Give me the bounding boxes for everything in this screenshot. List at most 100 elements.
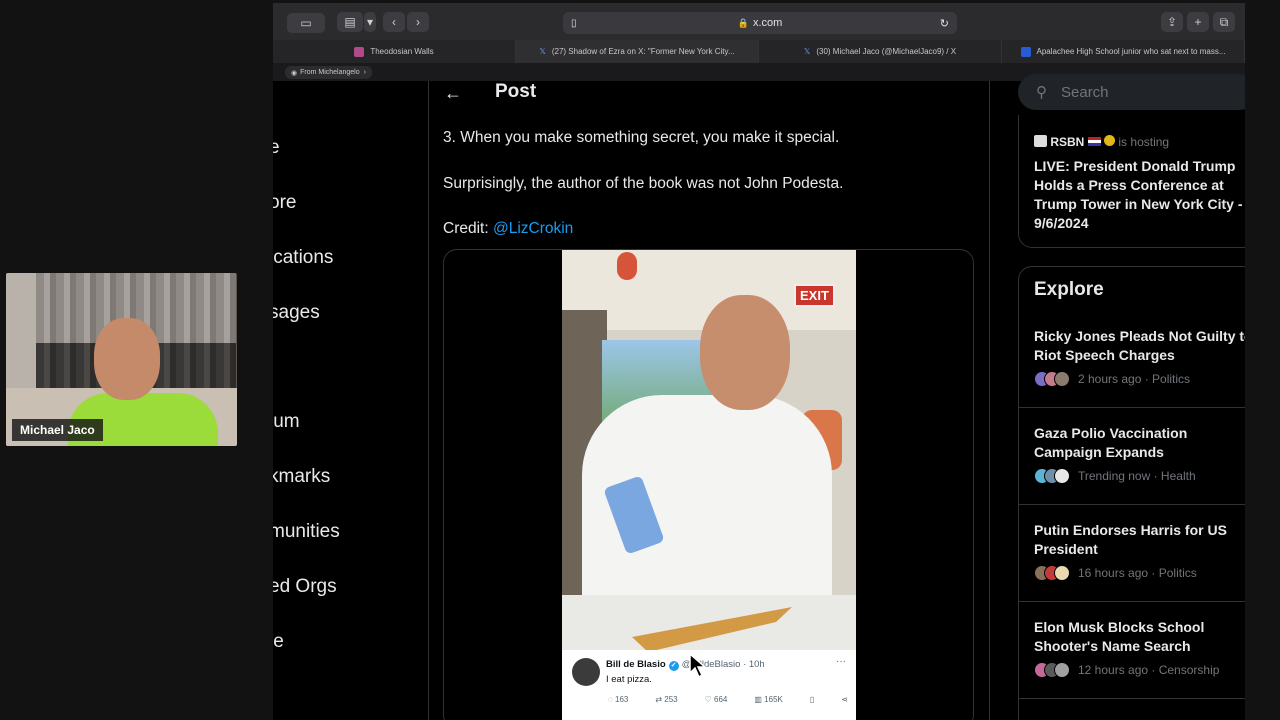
reader-icon[interactable]: ▯ (571, 18, 577, 29)
sidebar-toggle-icon[interactable]: ▭ (287, 13, 325, 33)
search-icon: ⚲ (1036, 84, 1047, 101)
post-credit: Credit: @LizCrokin (443, 220, 573, 238)
topic-avatars (1034, 662, 1070, 678)
live-source: RSBN is hosting (1034, 135, 1169, 149)
source-logo-icon (1034, 135, 1047, 147)
lock-icon: 🔒 (737, 17, 749, 28)
source-name: RSBN (1050, 135, 1085, 149)
explore-heading: Explore (1034, 279, 1104, 300)
tab-theodosian-walls[interactable]: Theodosian Walls (273, 40, 516, 63)
right-sidebar: ⚲ Search RSBN is hosting LIVE: President… (1018, 74, 1245, 720)
browser-window: ▭ ▤ ▾ ‹ › ▯ 🔒 x.com ↻ ⇪ + ⧉ Theodosian W… (273, 3, 1245, 720)
divider (1019, 504, 1245, 505)
webcam-feed: Michael Jaco (6, 273, 237, 446)
explore-topic[interactable]: Putin Endorses Harris for US President 1… (1034, 521, 1245, 581)
tab-favicon-icon (354, 46, 365, 57)
tweet-time: · 10h (743, 659, 765, 670)
topic-avatars (1034, 371, 1070, 387)
divider (1019, 601, 1245, 602)
tab-label: Apalachee High School junior who sat nex… (1036, 47, 1226, 56)
repost-icon: ⇄ (655, 695, 663, 704)
author-name: Bill de Blasio (606, 659, 666, 670)
share-icon[interactable]: ⇪ (1161, 12, 1183, 32)
webcam-name-label: Michael Jaco (12, 419, 103, 441)
more-options-icon[interactable]: ··· (836, 656, 846, 667)
x-page: e ore ications sages ium kmarks munities… (273, 74, 1245, 720)
nav-verified-orgs[interactable]: ed Orgs (273, 576, 337, 598)
post-text-line: 3. When you make something secret, you m… (443, 129, 840, 146)
topic-meta-text: 16 hours ago · Politics (1078, 566, 1197, 580)
tabs-overview-icon[interactable]: ⧉ (1213, 12, 1235, 32)
screen-recording: Michael Jaco ▭ ▤ ▾ ‹ › ▯ 🔒 x.com ↻ ⇪ + ⧉… (0, 0, 1280, 720)
mention-link[interactable]: @LizCrokin (493, 220, 573, 237)
explore-topic[interactable]: Ricky Jones Pleads Not Guilty to Riot Sp… (1034, 327, 1245, 387)
tab-overview-icon[interactable]: ▤ (337, 12, 363, 32)
nav-communities[interactable]: munities (273, 521, 340, 543)
tab-apalachee[interactable]: Apalachee High School junior who sat nex… (1002, 40, 1245, 63)
tab-shadow-of-ezra[interactable]: 𝕏 (27) Shadow of Ezra on X: "Former New … (516, 40, 759, 63)
table (562, 595, 856, 650)
explore-topic[interactable]: Elon Musk Blocks School Shooter's Name S… (1034, 618, 1245, 678)
post-text-line: Surprisingly, the author of the book was… (443, 175, 844, 192)
x-logo-icon: 𝕏 (803, 47, 811, 56)
page-title: Post (495, 81, 537, 102)
explore-topic[interactable]: Gaza Polio Vaccination Campaign Expands … (1034, 424, 1245, 484)
chip-label: From Michelangelo (300, 69, 360, 76)
topic-meta: 12 hours ago · Censorship (1034, 662, 1245, 678)
tab-label: (30) Michael Jaco (@MichaelJaco9) / X (816, 47, 957, 56)
tweet-author: Bill de Blasio ✓ @BilldeBlasio · 10h (606, 659, 765, 671)
lamp (617, 252, 637, 280)
nav-premium[interactable]: ium (273, 411, 300, 433)
forward-icon[interactable]: › (407, 12, 429, 32)
views-button[interactable]: ▥ 165K (754, 695, 782, 704)
divider (1019, 407, 1245, 408)
topic-title: Gaza Polio Vaccination Campaign Expands (1034, 425, 1188, 460)
repost-button[interactable]: ⇄ 253 (655, 695, 677, 704)
reply-button[interactable]: ◌ 163 (608, 695, 628, 704)
post-image[interactable]: EXIT (562, 250, 856, 650)
tab-favicon-icon (1020, 46, 1031, 57)
avatar (572, 658, 600, 686)
search-placeholder: Search (1061, 83, 1109, 101)
nav-bookmarks[interactable]: kmarks (273, 466, 330, 488)
bookmark-icon[interactable]: ▯ (810, 695, 814, 704)
column-divider (989, 81, 990, 720)
chip-icon: ◉ (291, 69, 298, 77)
from-michelangelo-chip[interactable]: ◉ From Michelangelo › (285, 66, 372, 79)
back-arrow-icon[interactable]: ← (444, 83, 462, 104)
topic-avatars (1034, 565, 1070, 581)
tab-label: (27) Shadow of Ezra on X: "Former New Yo… (551, 47, 735, 56)
divider (1019, 698, 1245, 699)
topic-title: Putin Endorses Harris for US President (1034, 522, 1227, 557)
avatar (1054, 468, 1070, 484)
tweet-text: I eat pizza. (606, 674, 652, 685)
address-bar[interactable]: ▯ 🔒 x.com ↻ (563, 12, 957, 34)
search-input[interactable]: ⚲ Search (1018, 74, 1245, 110)
explore-card: Explore Ricky Jones Pleads Not Guilty to… (1018, 266, 1245, 720)
new-tab-icon[interactable]: + (1187, 12, 1209, 32)
chevron-down-icon[interactable]: ▾ (364, 12, 376, 32)
embedded-tweet[interactable]: Bill de Blasio ✓ @BilldeBlasio · 10h ··· I… (562, 650, 856, 720)
avatar (1054, 662, 1070, 678)
back-icon[interactable]: ‹ (383, 12, 405, 32)
mouse-cursor-icon (689, 653, 707, 679)
nav-explore[interactable]: ore (273, 192, 296, 214)
tab-bar: Theodosian Walls 𝕏 (27) Shadow of Ezra o… (273, 40, 1245, 63)
verified-badge-icon: ✓ (668, 661, 679, 671)
tweet-actions: ◌ 163 ⇄ 253 ♡ 664 ▥ 165K ▯ ⋖ (608, 695, 848, 704)
live-event-card[interactable]: RSBN is hosting LIVE: President Donald T… (1018, 115, 1245, 248)
avatar (1054, 371, 1070, 387)
nav-notifications[interactable]: ications (273, 247, 333, 269)
nav-profile[interactable]: le (273, 631, 284, 653)
tab-michael-jaco[interactable]: 𝕏 (30) Michael Jaco (@MichaelJaco9) / X (759, 40, 1002, 63)
like-button[interactable]: ♡ 664 (705, 695, 728, 704)
post-media[interactable]: EXIT Bill de Blasio ✓ @BilldeBlasio · 10h (443, 249, 974, 720)
live-event-title[interactable]: LIVE: President Donald Trump Holds a Pre… (1034, 157, 1245, 233)
topic-title: Ricky Jones Pleads Not Guilty to Riot Sp… (1034, 328, 1245, 363)
topic-meta-text: 12 hours ago · Censorship (1078, 663, 1220, 677)
nav-messages[interactable]: sages (273, 302, 320, 324)
share-icon[interactable]: ⋖ (841, 695, 848, 704)
left-navigation: e ore ications sages ium kmarks munities… (273, 81, 428, 720)
nav-home[interactable]: e (273, 137, 280, 159)
reload-icon[interactable]: ↻ (940, 17, 949, 30)
